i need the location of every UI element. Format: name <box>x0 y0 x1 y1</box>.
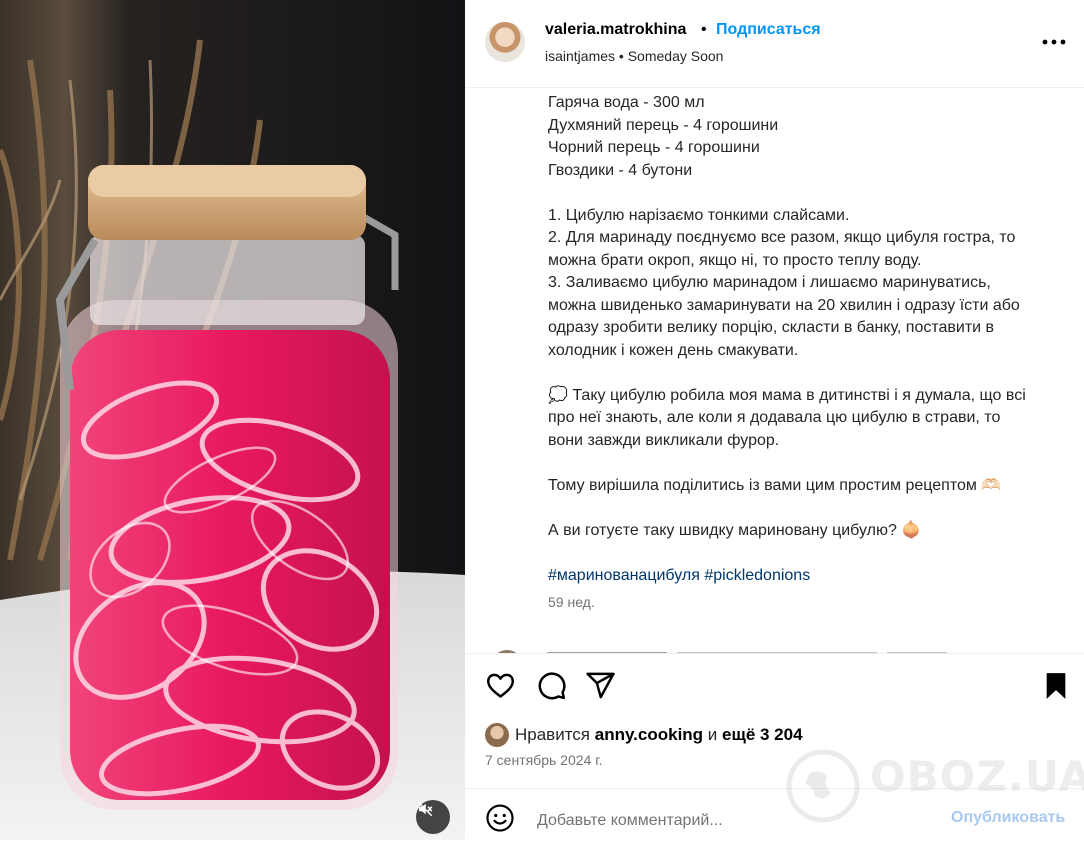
caption-line: можна швиденько замаринувати на 20 хвили… <box>548 296 1020 314</box>
comment-preview-clipped <box>487 645 1077 653</box>
caption-line: можна брати окроп, якщо ні, то просто те… <box>548 251 922 269</box>
hashtag-link[interactable]: #маринованацибуля <box>548 567 700 584</box>
liked-by-conjunction: и <box>707 725 718 744</box>
author-username[interactable]: valeria.matrokhina <box>545 21 686 39</box>
caption-line: 1. Цибулю нарізаємо тонкими слайсами. <box>548 206 850 224</box>
post-date: 7 сентябрь 2024 г. <box>485 752 603 768</box>
save-button[interactable] <box>1043 672 1069 705</box>
post-header: valeria.matrokhina • Подписаться isaintj… <box>465 0 1084 88</box>
bookmark-icon <box>1046 673 1066 699</box>
likes-text: Нравится anny.cooking и ещё 3 204 <box>515 725 803 745</box>
caption-age: 59 нед. <box>548 594 595 610</box>
heart-icon <box>487 673 514 698</box>
caption-line: 3. Заливаємо цибулю маринадом і лишаємо … <box>548 274 991 291</box>
author-avatar[interactable] <box>485 22 525 62</box>
more-icon <box>1042 39 1066 45</box>
caption-line: вони завжди викликали фурор. <box>548 431 780 449</box>
post-caption: Гаряча вода - 300 мл Духмяний перець - 4… <box>548 88 1068 648</box>
caption-line: А ви готуєте таку швидку мариновану цибу… <box>548 521 922 539</box>
caption-line: холодник і кожен день смакувати. <box>548 341 799 359</box>
publish-button[interactable]: Опубликовать <box>951 809 1065 827</box>
liked-by-prefix: Нравится <box>515 725 591 744</box>
like-button[interactable] <box>485 670 516 706</box>
likes-summary[interactable]: Нравится anny.cooking и ещё 3 204 <box>485 721 803 749</box>
caption-line: 💭 Таку цибулю робила моя мама в дитинств… <box>548 386 1026 404</box>
comment-icon <box>538 672 566 700</box>
mute-button[interactable] <box>416 800 450 834</box>
post-media[interactable] <box>0 0 465 840</box>
smiley-icon <box>486 804 514 832</box>
hashtag-link[interactable]: #pickledonions <box>704 567 810 584</box>
muted-speaker-icon <box>417 801 433 817</box>
audio-track-link[interactable]: isaintjames • Someday Soon <box>545 48 723 64</box>
comment-button[interactable] <box>536 670 567 706</box>
caption-line: Гвоздики - 4 бутони <box>548 161 693 179</box>
liker-avatar <box>485 723 509 747</box>
emoji-button[interactable] <box>485 803 515 833</box>
separator-dot: • <box>701 21 707 38</box>
action-bar: Нравится anny.cooking и ещё 3 204 7 сент… <box>465 653 1084 842</box>
divider <box>465 788 1084 789</box>
caption-line: Гаряча вода - 300 мл <box>548 94 705 111</box>
caption-line: Тому вирішила поділитись із вами цим про… <box>548 476 1002 494</box>
share-icon <box>586 672 615 699</box>
caption-line: про неї знають, але коли я додавала цю ц… <box>548 409 1001 426</box>
follow-button[interactable]: Подписаться <box>716 21 821 39</box>
more-options-button[interactable] <box>1037 30 1071 54</box>
caption-line: Чорний перець - 4 горошини <box>548 139 760 156</box>
caption-line: одразу зробити велику порцію, скласти в … <box>548 319 995 336</box>
liked-by-user-link[interactable]: anny.cooking <box>595 725 703 744</box>
likes-count-link[interactable]: ещё 3 204 <box>722 725 803 744</box>
post-details-panel: valeria.matrokhina • Подписаться isaintj… <box>465 0 1084 840</box>
hashtags: #маринованацибуля #pickledonions <box>548 565 1068 588</box>
share-button[interactable] <box>585 670 616 706</box>
caption-line: 2. Для маринаду поєднуємо все разом, якщ… <box>548 229 1016 246</box>
comment-input[interactable] <box>535 808 939 834</box>
pickled-onion-jar-photo <box>0 39 465 840</box>
caption-line: Духмяний перець - 4 горошини <box>548 116 779 134</box>
